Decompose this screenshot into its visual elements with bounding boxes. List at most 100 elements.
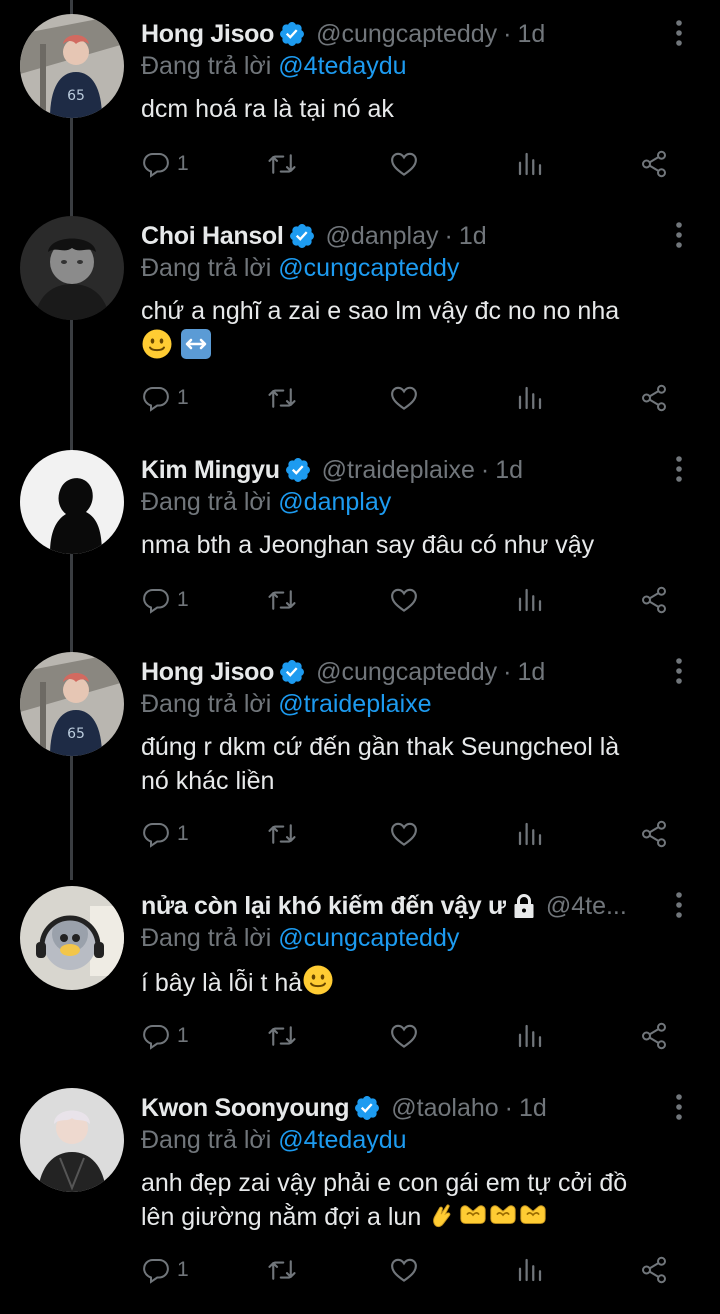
handle[interactable]: @danplay [326,222,439,251]
retweet-button[interactable] [267,144,297,184]
retweet-button[interactable] [267,814,297,854]
display-name[interactable]: Hong Jisoo [141,658,274,687]
tweet-text-line: anh đẹp zai vậy phải e con gái em tự cởi… [141,1169,628,1197]
like-button[interactable] [389,1250,419,1290]
tweet-text: í bây là lỗi t hả [141,964,690,1000]
views-button[interactable] [515,378,545,418]
mention-link[interactable]: @4tedaydu [278,52,406,80]
views-icon [515,819,545,849]
tweet[interactable]: 65 Hong Jisoo @cungcapteddy · 1d Đang tr… [0,0,720,220]
handle[interactable]: @traideplaixe [322,456,475,485]
reply-icon [141,383,171,413]
retweet-button[interactable] [267,1016,297,1056]
retweet-button[interactable] [267,580,297,620]
tweet-text: chứ a nghĩ a zai e sao lm vậy đc no no n… [141,294,690,364]
views-button[interactable] [515,1250,545,1290]
replying-to-label: Đang trả lời [141,52,272,80]
reply-button[interactable]: 1 [141,1250,189,1290]
svg-text:65: 65 [67,726,85,742]
display-name[interactable]: Kim Mingyu [141,456,280,485]
display-name[interactable]: Choi Hansol [141,222,284,251]
reply-button[interactable]: 1 [141,814,189,854]
retweet-button[interactable] [267,378,297,418]
replying-to: Đang trả lời @cungcapteddy [141,924,459,953]
avatar[interactable] [20,1088,124,1192]
like-button[interactable] [389,580,419,620]
reply-icon [141,585,171,615]
reply-count: 1 [177,822,189,845]
reply-icon [141,149,171,179]
more-icon[interactable] [674,890,684,920]
tweet[interactable]: 65 Hong Jisoo @cungcapteddy · 1d Đang tr… [0,638,720,872]
tweet-text: anh đẹp zai vậy phải e con gái em tự cởi… [141,1166,690,1234]
share-button[interactable] [639,1250,669,1290]
handle[interactable]: @cungcapteddy [316,658,497,687]
tweet-header: Kwon Soonyoung @taolaho · 1d [141,1090,660,1126]
share-icon [639,383,669,413]
reply-button[interactable]: 1 [141,144,189,184]
avatar[interactable] [20,216,124,320]
share-button[interactable] [639,144,669,184]
reply-icon [141,819,171,849]
more-icon[interactable] [674,454,684,484]
like-icon [389,149,419,179]
tweet-text-line: lên giường nằm đợi a lun [141,1203,422,1231]
timestamp[interactable]: 1d [519,1094,547,1123]
action-bar: 1 [141,144,680,184]
tweet[interactable]: Choi Hansol @danplay · 1d Đang trả lời @… [0,202,720,436]
display-name[interactable]: Kwon Soonyoung [141,1094,350,1123]
avatar[interactable] [20,450,124,554]
retweet-button[interactable] [267,1250,297,1290]
tweet-text-line: chứ a nghĩ a zai e sao lm vậy đc no no n… [141,297,620,325]
mention-link[interactable]: @danplay [278,488,391,516]
crossed-fingers-emoji-icon [428,1200,458,1230]
replying-to-label: Đang trả lời [141,254,272,282]
mention-link[interactable]: @cungcapteddy [278,254,459,282]
views-button[interactable] [515,814,545,854]
mention-link[interactable]: @traideplaixe [278,690,431,718]
timestamp[interactable]: 1d [518,20,546,49]
share-icon [639,1255,669,1285]
views-button[interactable] [515,144,545,184]
more-icon[interactable] [674,18,684,48]
avatar[interactable] [20,886,124,990]
reply-button[interactable]: 1 [141,1016,189,1056]
tweet-text: đúng r dkm cứ đến gần thak Seungcheol là… [141,730,690,798]
reply-button[interactable]: 1 [141,378,189,418]
like-button[interactable] [389,814,419,854]
tweet[interactable]: nửa còn lại khó kiếm đến vậy ư @4te... Đ… [0,872,720,1074]
avatar[interactable]: 65 [20,652,124,756]
avatar[interactable]: 65 [20,14,124,118]
tweet[interactable]: Kim Mingyu @traideplaixe · 1d Đang trả l… [0,436,720,638]
display-name[interactable]: nửa còn lại khó kiếm đến vậy ư [141,892,506,921]
handle[interactable]: @cungcapteddy [316,20,497,49]
display-name[interactable]: Hong Jisoo [141,20,274,49]
share-button[interactable] [639,1016,669,1056]
mention-link[interactable]: @4tedaydu [278,1126,406,1154]
verified-icon [278,658,306,686]
like-button[interactable] [389,144,419,184]
timestamp[interactable]: 1d [495,456,523,485]
separator-dot: · [444,221,453,250]
views-icon [515,585,545,615]
retweet-icon [267,383,297,413]
tweet[interactable]: Kwon Soonyoung @taolaho · 1d Đang trả lờ… [0,1074,720,1314]
handle[interactable]: @taolaho [391,1094,498,1123]
reply-button[interactable]: 1 [141,580,189,620]
more-icon[interactable] [674,220,684,250]
share-icon [639,1021,669,1051]
views-button[interactable] [515,580,545,620]
more-icon[interactable] [674,1092,684,1122]
more-icon[interactable] [674,656,684,686]
share-button[interactable] [639,378,669,418]
like-icon [389,585,419,615]
timestamp[interactable]: 1d [518,658,546,687]
mention-link[interactable]: @cungcapteddy [278,924,459,952]
like-button[interactable] [389,378,419,418]
views-button[interactable] [515,1016,545,1056]
handle[interactable]: @4te... [546,892,627,921]
share-button[interactable] [639,814,669,854]
like-button[interactable] [389,1016,419,1056]
share-button[interactable] [639,580,669,620]
timestamp[interactable]: 1d [459,222,487,251]
